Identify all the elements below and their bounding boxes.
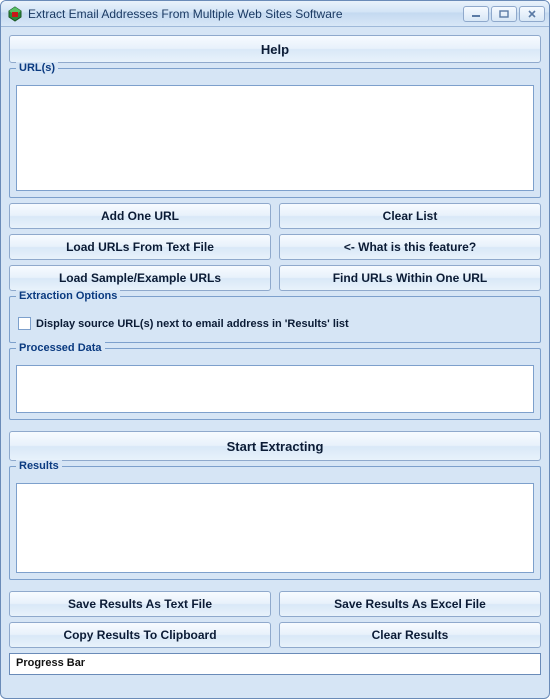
minimize-button[interactable]	[463, 6, 489, 22]
clear-list-button[interactable]: Clear List	[279, 203, 541, 229]
start-extracting-button[interactable]: Start Extracting	[9, 431, 541, 461]
app-icon	[7, 6, 23, 22]
app-window: Extract Email Addresses From Multiple We…	[0, 0, 550, 699]
titlebar[interactable]: Extract Email Addresses From Multiple We…	[1, 1, 549, 27]
what-is-this-label: <- What is this feature?	[344, 240, 476, 254]
help-button[interactable]: Help	[9, 35, 541, 63]
progress-label: Progress Bar	[16, 657, 85, 669]
close-button[interactable]	[519, 6, 545, 22]
processed-data-listbox[interactable]	[16, 365, 534, 413]
clear-list-label: Clear List	[383, 209, 438, 223]
find-urls-within-button[interactable]: Find URLs Within One URL	[279, 265, 541, 291]
extraction-options-legend: Extraction Options	[16, 290, 120, 302]
copy-results-clipboard-label: Copy Results To Clipboard	[63, 628, 216, 642]
find-urls-within-label: Find URLs Within One URL	[333, 271, 488, 285]
processed-data-legend: Processed Data	[16, 342, 105, 354]
progress-bar: Progress Bar	[9, 653, 541, 675]
clear-results-label: Clear Results	[372, 628, 449, 642]
clear-results-button[interactable]: Clear Results	[279, 622, 541, 648]
save-results-text-label: Save Results As Text File	[68, 597, 212, 611]
window-title: Extract Email Addresses From Multiple We…	[28, 7, 463, 21]
copy-results-clipboard-button[interactable]: Copy Results To Clipboard	[9, 622, 271, 648]
urls-listbox[interactable]	[16, 85, 534, 191]
load-urls-from-file-button[interactable]: Load URLs From Text File	[9, 234, 271, 260]
urls-group: URL(s)	[9, 68, 541, 198]
what-is-this-button[interactable]: <- What is this feature?	[279, 234, 541, 260]
display-source-row: Display source URL(s) next to email addr…	[16, 313, 534, 336]
load-urls-from-file-label: Load URLs From Text File	[66, 240, 214, 254]
results-listbox[interactable]	[16, 483, 534, 573]
add-one-url-button[interactable]: Add One URL	[9, 203, 271, 229]
load-sample-urls-button[interactable]: Load Sample/Example URLs	[9, 265, 271, 291]
results-legend: Results	[16, 460, 62, 472]
save-results-excel-button[interactable]: Save Results As Excel File	[279, 591, 541, 617]
processed-data-group: Processed Data	[9, 348, 541, 420]
load-sample-urls-label: Load Sample/Example URLs	[59, 271, 221, 285]
results-group: Results	[9, 466, 541, 580]
window-controls	[463, 6, 545, 22]
save-results-excel-label: Save Results As Excel File	[334, 597, 486, 611]
client-area: Help URL(s) Add One URL Clear List Load …	[1, 27, 549, 698]
urls-legend: URL(s)	[16, 62, 58, 74]
maximize-button[interactable]	[491, 6, 517, 22]
display-source-checkbox[interactable]	[18, 317, 31, 330]
start-extracting-label: Start Extracting	[227, 439, 324, 454]
help-button-label: Help	[261, 42, 289, 57]
add-one-url-label: Add One URL	[101, 209, 179, 223]
display-source-label: Display source URL(s) next to email addr…	[36, 318, 349, 330]
save-results-text-button[interactable]: Save Results As Text File	[9, 591, 271, 617]
extraction-options-group: Extraction Options Display source URL(s)…	[9, 296, 541, 343]
